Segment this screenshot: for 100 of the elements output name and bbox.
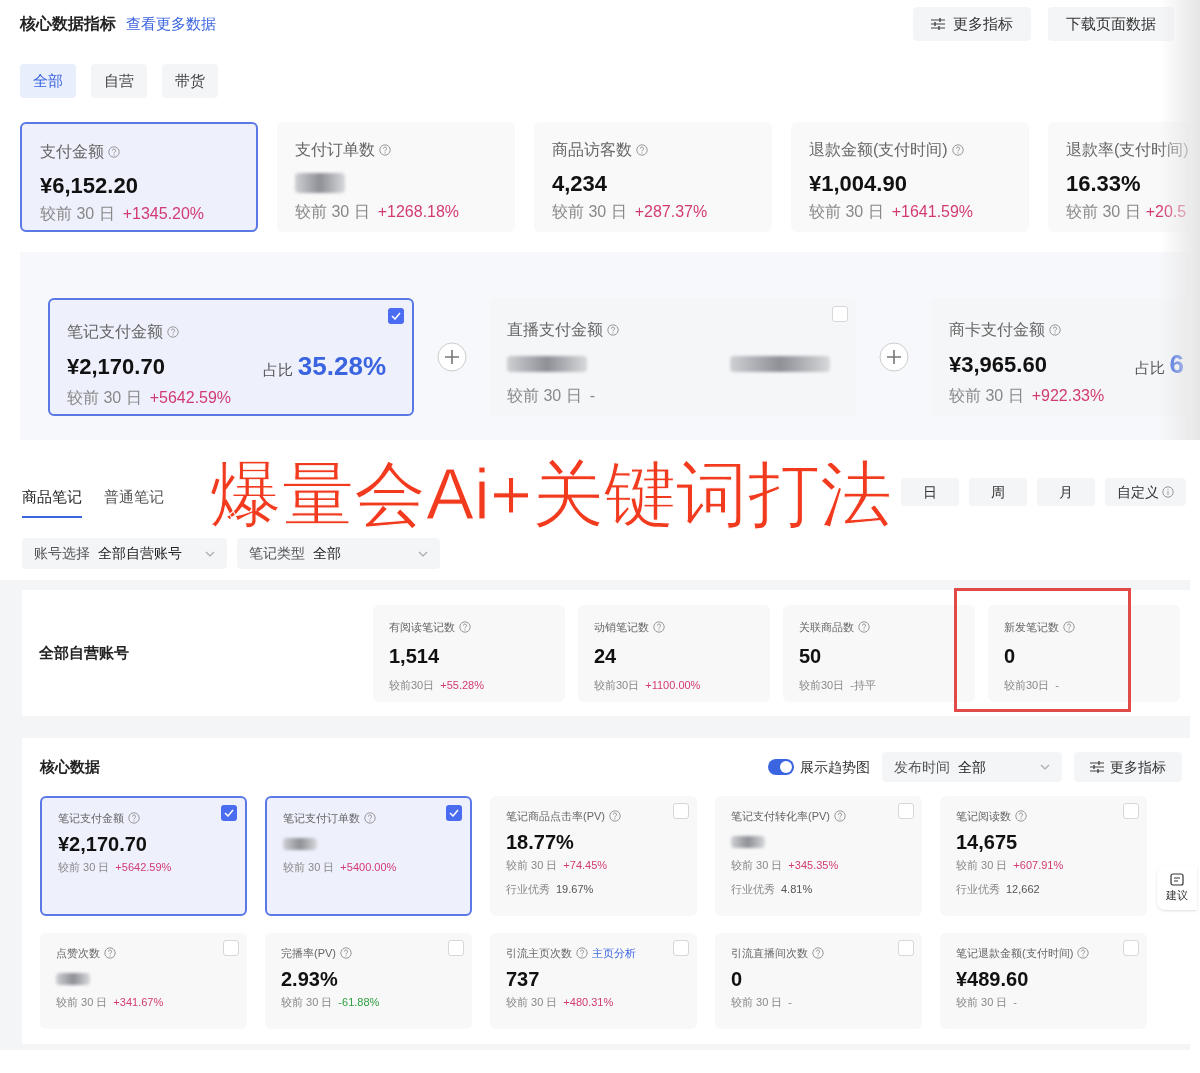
scope-tab[interactable]: 全部 <box>20 64 76 98</box>
page-title: 核心数据指标 <box>20 14 116 34</box>
metric-card[interactable]: 笔记商品点击率(PV) 18.77% 较前 30 日 +74.45% 行业优秀 19.67% <box>490 796 697 916</box>
sliders-icon <box>931 18 945 30</box>
checkbox[interactable] <box>673 803 689 819</box>
checkbox[interactable] <box>388 308 404 324</box>
metric-label: 笔记阅读数 <box>956 809 1011 824</box>
compare-label: 较前 30 日 <box>56 994 108 1010</box>
more-metrics-button[interactable]: 更多指标 <box>1074 752 1182 782</box>
payment-channel-card[interactable]: 笔记支付金额 ¥2,170.70 占比 35.28% 较前 30 日 +5642.59% <box>48 298 414 416</box>
metric-card[interactable]: 笔记退款金额(支付时间) ¥489.60 较前 30 日 - <box>940 933 1147 1029</box>
checkbox[interactable] <box>898 940 914 956</box>
metric-label: 支付金额 <box>40 142 104 162</box>
metric-value: 4,234 <box>552 169 608 198</box>
metric-card[interactable]: 完播率(PV) 2.93% 较前 30 日 -61.88% <box>265 933 472 1029</box>
metric-value: 14,675 <box>956 829 1018 855</box>
compare-label: 较前 30 日 <box>949 386 1024 406</box>
checkbox[interactable] <box>1123 940 1139 956</box>
metric-label: 直播支付金额 <box>507 320 603 340</box>
compare-label: 较前 30 日 <box>506 994 558 1010</box>
metric-label: 动销笔记数 <box>594 619 649 635</box>
compare-label: 较前 30 日 <box>552 202 627 222</box>
help-icon <box>858 620 870 633</box>
checkbox[interactable] <box>898 803 914 819</box>
metric-label: 新发笔记数 <box>1004 619 1059 635</box>
metric-card[interactable]: 笔记支付订单数 较前 30 日 +5400.00% <box>265 796 472 916</box>
help-icon <box>104 947 116 960</box>
more-metrics-button[interactable]: 更多指标 <box>913 7 1031 41</box>
section-title: 核心数据 <box>40 756 100 777</box>
feedback-tab[interactable]: 建议 <box>1157 866 1197 910</box>
checkbox[interactable] <box>673 940 689 956</box>
change-value: +922.33% <box>1031 386 1105 406</box>
period-button[interactable]: 周 <box>969 478 1027 506</box>
chevron-down-icon <box>418 550 428 557</box>
share-label: 占比 <box>1134 357 1165 378</box>
industry-value: 12,662 <box>1006 882 1040 897</box>
metric-card[interactable]: 退款金额(支付时间) ¥1,004.90 较前 30 日 +1641.59% <box>791 122 1029 232</box>
metric-card[interactable]: 引流主页次数 主页分析 737 较前 30 日 +480.31% <box>490 933 697 1029</box>
checkmark-icon <box>391 312 401 320</box>
period-button[interactable]: 月 <box>1037 478 1095 506</box>
change-value: +480.31% <box>563 994 614 1010</box>
filter-dropdown[interactable]: 账号选择 全部自营账号 <box>22 538 227 569</box>
metric-card[interactable]: 退款率(支付时间) 16.33% 较前 30 日 +20.5 <box>1048 122 1190 232</box>
checkbox[interactable] <box>221 805 237 821</box>
metric-value: ¥489.60 <box>956 966 1029 992</box>
metric-label: 点赞次数 <box>56 946 100 961</box>
help-icon <box>1063 620 1075 633</box>
toggle-switch[interactable] <box>768 759 794 775</box>
help-icon <box>1015 810 1027 823</box>
help-icon <box>609 810 621 823</box>
change-value: +1268.18% <box>377 202 460 222</box>
note-tab[interactable]: 商品笔记 <box>22 485 82 518</box>
plus-icon <box>879 342 909 372</box>
compare-label: 较前 30 日 <box>731 857 783 873</box>
metric-card[interactable]: 笔记支付转化率(PV) 较前 30 日 +345.35% 行业优秀 4.81% <box>715 796 922 916</box>
note-tab[interactable]: 普通笔记 <box>104 485 164 518</box>
checkbox[interactable] <box>223 940 239 956</box>
compare-label: 较前 30 日 <box>506 857 558 873</box>
checkbox[interactable] <box>448 940 464 956</box>
change-value: - <box>1055 678 1059 693</box>
metric-card[interactable]: 笔记阅读数 14,675 较前 30 日 +607.91% 行业优秀 12,662 <box>940 796 1147 916</box>
scope-tab[interactable]: 带货 <box>162 64 218 98</box>
change-value: - <box>589 386 595 406</box>
chevron-down-icon <box>1040 764 1050 770</box>
metric-card[interactable]: 支付订单数 较前 30 日 +1268.18% <box>277 122 515 232</box>
checkbox[interactable] <box>1123 803 1139 819</box>
metric-label: 关联商品数 <box>799 619 854 635</box>
toggle-label: 展示趋势图 <box>800 757 870 777</box>
page-analysis-link[interactable]: 主页分析 <box>592 945 636 962</box>
checkbox[interactable] <box>446 805 462 821</box>
compare-label: 较前30日 <box>389 678 435 693</box>
metric-value: 18.77% <box>506 829 574 855</box>
compare-label: 较前 30 日 <box>295 202 370 222</box>
scope-tab[interactable]: 自营 <box>91 64 147 98</box>
compare-label: 较前 30 日 <box>956 994 1008 1010</box>
metric-card[interactable]: 商品访客数 4,234 较前 30 日 +287.37% <box>534 122 772 232</box>
metric-card[interactable]: 点赞次数 较前 30 日 +341.67% <box>40 933 247 1029</box>
checkbox[interactable] <box>832 306 848 322</box>
change-value: +55.28% <box>440 678 484 693</box>
period-button[interactable]: 自定义 <box>1105 478 1186 506</box>
help-icon <box>459 620 471 633</box>
compare-label: 较前 30 日 <box>58 859 110 875</box>
compare-label: 较前30日 <box>799 678 845 693</box>
download-button[interactable]: 下载页面数据 <box>1048 7 1174 41</box>
publish-time-dropdown[interactable]: 发布时间 全部 <box>882 752 1062 782</box>
sliders-icon <box>1090 761 1104 773</box>
metric-card[interactable]: 笔记支付金额 ¥2,170.70 较前 30 日 +5642.59% <box>40 796 247 916</box>
checkmark-icon <box>224 809 234 817</box>
metric-card[interactable]: 引流直播间次数 0 较前 30 日 - <box>715 933 922 1029</box>
more-data-link[interactable]: 查看更多数据 <box>126 12 216 36</box>
share-label: 占比 <box>262 359 293 380</box>
compare-label: 较前30日 <box>594 678 640 693</box>
filter-dropdown[interactable]: 笔记类型 全部 <box>237 538 440 569</box>
metric-value: 16.33% <box>1066 169 1141 198</box>
metric-label: 有阅读笔记数 <box>389 619 455 635</box>
period-button[interactable]: 日 <box>901 478 959 506</box>
metric-card[interactable]: 支付金额 ¥6,152.20 较前 30 日 +1345.20% <box>20 122 258 232</box>
metric-label: 商品访客数 <box>552 140 632 160</box>
checkmark-icon <box>449 809 459 817</box>
change-value: +5642.59% <box>115 859 172 875</box>
